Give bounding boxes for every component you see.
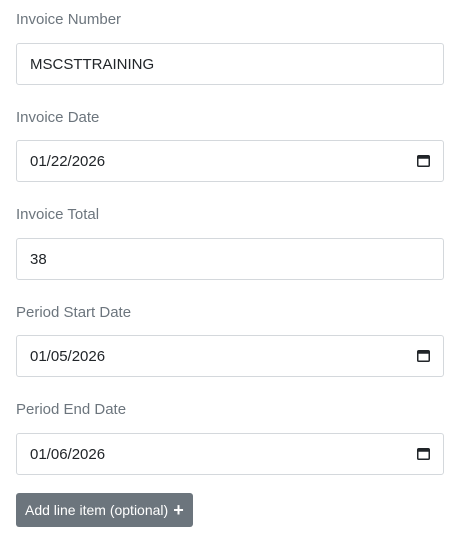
invoice-total-value: 38 — [30, 251, 47, 268]
invoice-date-value: 01/22/2026 — [30, 153, 106, 170]
plus-icon: + — [173, 500, 184, 520]
add-line-item-button[interactable]: Add line item (optional) + — [16, 493, 193, 527]
calendar-icon[interactable] — [417, 154, 430, 167]
period-end-date-input[interactable]: 01/06/2026 — [16, 433, 444, 475]
period-end-date-value: 01/06/2026 — [30, 446, 106, 463]
invoice-total-input[interactable]: 38 — [16, 238, 444, 280]
invoice-number-value: MSCSTTRAINING — [30, 56, 155, 73]
invoice-number-input[interactable]: MSCSTTRAINING — [16, 43, 444, 85]
period-start-date-value: 01/05/2026 — [30, 348, 106, 365]
invoice-total-label: Invoice Total — [16, 206, 100, 223]
invoice-number-label: Invoice Number — [16, 11, 122, 28]
calendar-icon[interactable] — [417, 349, 430, 362]
invoice-date-input[interactable]: 01/22/2026 — [16, 140, 444, 182]
invoice-date-label: Invoice Date — [16, 109, 100, 126]
add-line-item-label: Add line item (optional) — [25, 502, 169, 518]
period-end-date-label: Period End Date — [16, 401, 127, 418]
period-start-date-input[interactable]: 01/05/2026 — [16, 335, 444, 377]
period-start-date-label: Period Start Date — [16, 304, 132, 321]
calendar-icon[interactable] — [417, 447, 430, 460]
